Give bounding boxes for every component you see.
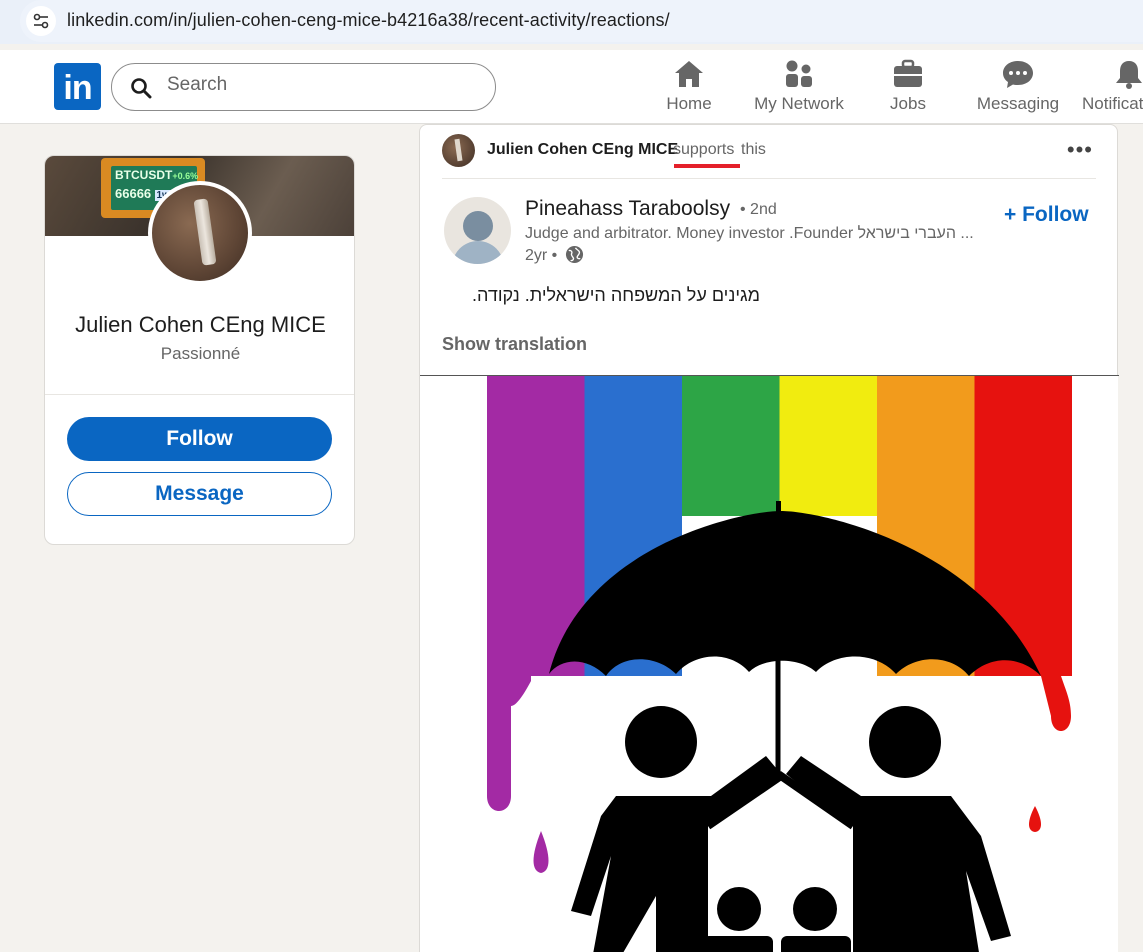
follow-button[interactable]: Follow [67, 417, 332, 461]
top-navigation: in Home My Network Jobs [0, 50, 1143, 124]
person-right-head [869, 706, 941, 778]
purple-drip [487, 656, 531, 811]
rainbow-stripe-3 [682, 376, 780, 516]
post-age: 2yr • [525, 247, 558, 264]
post-text: מגינים על המשפחה הישראלית. נקודה. [471, 285, 760, 305]
messaging-icon [1003, 61, 1033, 88]
home-icon [675, 61, 703, 87]
post-illustration [487, 376, 1072, 952]
bell-icon [1116, 61, 1142, 89]
nav-home[interactable]: Home [663, 58, 715, 114]
search-box[interactable] [111, 63, 496, 111]
search-input[interactable] [167, 74, 467, 96]
child-left-head [717, 887, 761, 931]
message-button[interactable]: Message [67, 472, 332, 516]
child-right-head [793, 887, 837, 931]
reaction-suffix: this [741, 141, 766, 158]
person-left-head [625, 706, 697, 778]
browser-url-bar: linkedin.com/in/julien-cohen-ceng-mice-b… [0, 0, 1143, 44]
umbrella-tip [776, 501, 781, 517]
profile-name[interactable]: Julien Cohen CEng MICE [45, 312, 354, 338]
show-translation-link[interactable]: Show translation [442, 334, 587, 355]
author-follow-button[interactable]: + Follow [1004, 203, 1089, 227]
nav-my-network[interactable]: My Network [752, 58, 846, 114]
reaction-verb: supports [673, 141, 735, 158]
connection-degree: • 2nd [740, 201, 777, 218]
more-options-icon[interactable]: ••• [1067, 137, 1093, 163]
linkedin-logo[interactable]: in [54, 63, 101, 110]
nav-notifications[interactable]: Notificat [1082, 58, 1143, 114]
nav-messaging[interactable]: Messaging [976, 58, 1060, 114]
purple-drop [533, 831, 549, 873]
url-text[interactable]: linkedin.com/in/julien-cohen-ceng-mice-b… [67, 10, 670, 31]
site-settings-icon[interactable] [26, 6, 56, 36]
profile-headline: Passionné [160, 344, 241, 363]
nav-jobs[interactable]: Jobs [888, 58, 928, 114]
header-divider [442, 178, 1096, 179]
profile-avatar[interactable] [148, 181, 252, 285]
author-avatar[interactable] [444, 197, 511, 264]
reactor-name[interactable]: Julien Cohen CEng MICE [487, 141, 678, 159]
search-icon [131, 78, 152, 99]
red-drop [1029, 806, 1041, 832]
author-name[interactable]: Pineahass Taraboolsy [525, 197, 730, 221]
rainbow-stripe-4 [779, 376, 877, 516]
post-image[interactable] [421, 376, 1118, 952]
child-left-body [703, 936, 773, 952]
card-divider [45, 394, 354, 395]
red-underline-annotation [674, 164, 740, 168]
child-right-body [781, 936, 851, 952]
briefcase-icon [894, 59, 922, 87]
author-description: Judge and arbitrator. Money investor .Fo… [525, 225, 974, 242]
globe-icon [565, 245, 584, 264]
profile-card: BTCUSDT+0.6% 66666 1w Julien Cohen CEng … [44, 155, 355, 545]
reactor-avatar[interactable] [442, 134, 475, 167]
reaction-header: Julien Cohen CEng MICE supports this ••• [420, 125, 1119, 179]
network-icon [786, 60, 812, 87]
feed-post: Julien Cohen CEng MICE supports this •••… [419, 124, 1119, 952]
